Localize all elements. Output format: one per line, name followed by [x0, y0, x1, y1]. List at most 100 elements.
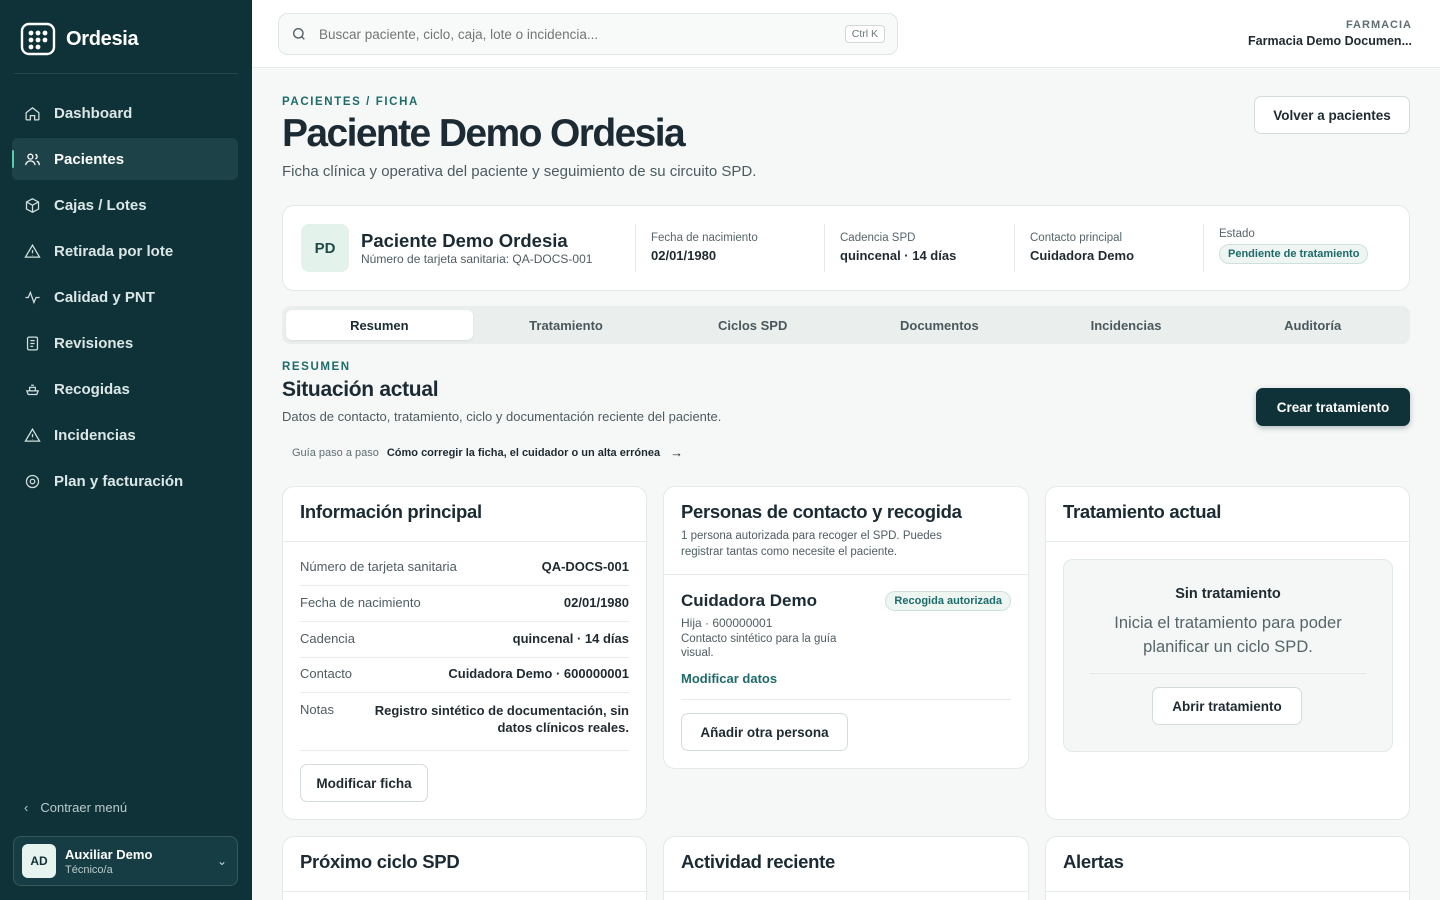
main-info-card: Información principal Número de tarjeta …	[282, 486, 647, 820]
patient-tabs: Resumen Tratamiento Ciclos SPD Documento…	[282, 306, 1410, 344]
sidebar-item-recogidas[interactable]: Recogidas	[12, 368, 238, 410]
info-key: Notas	[300, 702, 334, 717]
add-person-button[interactable]: Añadir otra persona	[681, 713, 848, 751]
collapse-menu-button[interactable]: ‹ Contraer menú	[24, 800, 127, 815]
page-subtitle: Ficha clínica y operativa del paciente y…	[282, 163, 757, 180]
sidebar-item-label: Recogidas	[54, 380, 130, 398]
alerts-card: Alertas	[1045, 836, 1410, 900]
divider	[681, 699, 1011, 700]
sidebar-item-label: Pacientes	[54, 150, 125, 168]
divider	[283, 891, 646, 892]
info-key: Número de tarjeta sanitaria	[300, 559, 457, 574]
brand[interactable]: Ordesia	[20, 22, 139, 56]
open-treatment-button[interactable]: Abrir tratamiento	[1152, 687, 1302, 725]
section-subtitle: Datos de contacto, tratamiento, ciclo y …	[282, 409, 722, 424]
card-title: Alertas	[1063, 851, 1124, 872]
sidebar-item-pacientes[interactable]: Pacientes	[12, 138, 238, 180]
divider	[1203, 224, 1204, 272]
info-value: 02/01/1980	[563, 595, 629, 610]
sidebar-item-label: Retirada por lote	[54, 242, 174, 260]
create-treatment-button[interactable]: Crear tratamiento	[1256, 388, 1410, 426]
sidebar-nav: Dashboard Pacientes Cajas / Lotes Retira…	[12, 92, 238, 506]
page-title: Paciente Demo Ordesia	[282, 112, 686, 155]
search-bar[interactable]: Ctrl K	[278, 13, 898, 55]
tab-resumen[interactable]: Resumen	[286, 310, 473, 340]
sidebar-item-cajas-lotes[interactable]: Cajas / Lotes	[12, 184, 238, 226]
pickup-icon	[25, 384, 40, 395]
divider	[14, 73, 238, 74]
user-role: Técnico/a	[65, 863, 113, 876]
guide-prefix: Guía paso a paso	[292, 446, 379, 459]
info-key: Contacto	[300, 666, 353, 681]
contact-note: Contacto sintético para la guía visual.	[681, 633, 837, 659]
sidebar-item-revisiones[interactable]: Revisiones	[12, 322, 238, 364]
field-value: quincenal · 14 días	[840, 248, 957, 263]
card-title: Actividad reciente	[681, 851, 835, 872]
info-value: Cuidadora Demo · 600000001	[448, 666, 629, 681]
collapse-menu-label: Contraer menú	[40, 800, 128, 815]
info-row: Notas Registro sintético de documentació…	[300, 702, 629, 736]
tab-ciclos-spd[interactable]: Ciclos SPD	[659, 310, 846, 340]
patient-name: Paciente Demo Ordesia	[361, 230, 568, 251]
topbar: Ctrl K FARMACIA Farmacia Demo Documen...	[252, 0, 1440, 68]
pharmacy-selector[interactable]: FARMACIA Farmacia Demo Documen...	[1248, 19, 1412, 48]
arrow-right-icon: →	[670, 445, 684, 460]
users-icon	[25, 153, 40, 165]
field-label: Cadencia SPD	[840, 232, 916, 244]
sidebar-item-retirada-por-lote[interactable]: Retirada por lote	[12, 230, 238, 272]
divider	[664, 891, 1028, 892]
box-icon	[25, 197, 40, 213]
card-title: Información principal	[300, 501, 482, 522]
field-value: Cuidadora Demo	[1030, 248, 1135, 263]
main-contact-field: Contacto principal Cuidadora Demo	[1030, 232, 1134, 263]
sidebar-item-label: Plan y facturación	[54, 472, 184, 490]
info-value: Registro sintético de documentación, sin…	[374, 703, 629, 735]
patient-card-number: Número de tarjeta sanitaria: QA-DOCS-001	[361, 252, 593, 266]
ordesia-logo-icon	[20, 22, 56, 56]
shortcut-hint: Ctrl K	[844, 25, 885, 43]
clipboard-icon	[26, 335, 39, 351]
sidebar-item-label: Cajas / Lotes	[54, 196, 147, 214]
divider	[300, 657, 629, 658]
pharmacy-label: FARMACIA	[1345, 19, 1412, 31]
contact-relation: Hija · 600000001	[681, 616, 773, 630]
card-title: Tratamiento actual	[1063, 501, 1222, 522]
divider	[635, 224, 636, 272]
tab-auditoria[interactable]: Auditoría	[1219, 310, 1406, 340]
tab-incidencias[interactable]: Incidencias	[1033, 310, 1220, 340]
pharmacy-name: Farmacia Demo Documen...	[1248, 34, 1412, 48]
sidebar-item-plan-facturacion[interactable]: Plan y facturación	[12, 460, 238, 502]
divider	[300, 585, 629, 586]
guide-link[interactable]: Cómo corregir la ficha, el cuidador o un…	[387, 447, 660, 459]
home-icon	[25, 106, 40, 121]
edit-record-button[interactable]: Modificar ficha	[300, 764, 428, 802]
info-key: Fecha de nacimiento	[300, 595, 421, 610]
edit-contact-link[interactable]: Modificar datos	[681, 671, 777, 686]
contacts-card: Personas de contacto y recogida 1 person…	[663, 486, 1029, 769]
card-title: Próximo ciclo SPD	[300, 851, 460, 872]
field-label: Estado	[1219, 228, 1255, 240]
info-key: Cadencia	[300, 631, 355, 646]
tab-tratamiento[interactable]: Tratamiento	[473, 310, 660, 340]
sidebar-item-calidad-pnt[interactable]: Calidad y PNT	[12, 276, 238, 318]
tab-documentos[interactable]: Documentos	[846, 310, 1033, 340]
warning-icon	[24, 243, 41, 258]
search-input[interactable]	[319, 26, 833, 42]
chevron-left-icon: ‹	[24, 800, 29, 815]
recent-activity-card: Actividad reciente	[663, 836, 1029, 900]
card-subtitle: 1 persona autorizada para recoger el SPD…	[681, 530, 942, 558]
guide-row: Guía paso a paso Cómo corregir la ficha,…	[292, 445, 683, 460]
sidebar-item-dashboard[interactable]: Dashboard	[12, 92, 238, 134]
back-to-patients-button[interactable]: Volver a pacientes	[1254, 96, 1410, 134]
card-title: Personas de contacto y recogida	[681, 501, 962, 522]
sidebar: Ordesia Dashboard Pacientes Cajas / Lote…	[0, 0, 252, 900]
sidebar-item-label: Incidencias	[54, 426, 136, 444]
current-treatment-card: Tratamiento actual Sin tratamiento Inici…	[1045, 486, 1410, 820]
info-row: Contacto Cuidadora Demo · 600000001	[300, 666, 629, 681]
sidebar-item-incidencias[interactable]: Incidencias	[12, 414, 238, 456]
activity-icon	[25, 290, 40, 304]
user-menu[interactable]: AD Auxiliar Demo Técnico/a ⌄	[13, 836, 238, 886]
patient-avatar: PD	[301, 224, 349, 272]
empty-state: Sin tratamiento Inicia el tratamiento pa…	[1063, 559, 1393, 752]
sidebar-item-label: Dashboard	[54, 104, 133, 122]
